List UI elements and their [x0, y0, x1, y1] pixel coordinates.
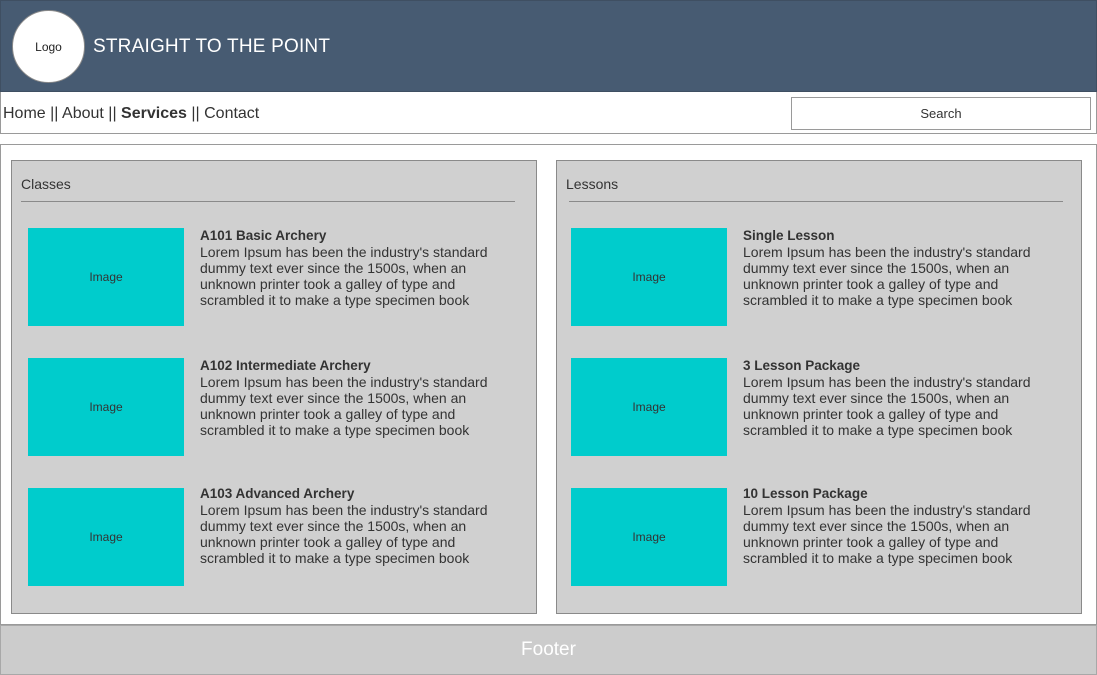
image-placeholder: Image — [28, 228, 184, 326]
lessons-title: Lessons — [566, 176, 619, 192]
nav-separator: || — [191, 105, 200, 122]
image-placeholder: Image — [571, 228, 727, 326]
nav-link-services[interactable]: Services — [121, 105, 187, 122]
item-description: Lorem Ipsum has been the industry's stan… — [743, 244, 1031, 308]
item-name[interactable]: 3 Lesson Package — [743, 358, 1053, 374]
image-placeholder: Image — [28, 358, 184, 456]
nav-separator: || — [108, 105, 117, 122]
main-content: Classes Image A101 Basic Archery Lorem I… — [0, 144, 1097, 625]
image-placeholder: Image — [571, 488, 727, 586]
item-description: Lorem Ipsum has been the industry's stan… — [200, 244, 488, 308]
classes-title: Classes — [21, 176, 71, 192]
item-text: A103 Advanced Archery Lorem Ipsum has be… — [200, 486, 510, 566]
lesson-item[interactable]: Image 3 Lesson Package Lorem Ipsum has b… — [557, 358, 1081, 456]
item-name[interactable]: 10 Lesson Package — [743, 486, 1053, 502]
item-name[interactable]: A101 Basic Archery — [200, 228, 510, 244]
divider — [21, 201, 515, 202]
search-input[interactable]: Search — [791, 97, 1091, 130]
lesson-item[interactable]: Image 10 Lesson Package Lorem Ipsum has … — [557, 486, 1081, 586]
item-description: Lorem Ipsum has been the industry's stan… — [200, 502, 488, 566]
item-text: 3 Lesson Package Lorem Ipsum has been th… — [743, 358, 1053, 438]
class-item[interactable]: Image A103 Advanced Archery Lorem Ipsum … — [12, 486, 536, 586]
item-text: A101 Basic Archery Lorem Ipsum has been … — [200, 228, 510, 308]
class-item[interactable]: Image A102 Intermediate Archery Lorem Ip… — [12, 358, 536, 456]
nav-link-contact[interactable]: Contact — [204, 105, 259, 122]
image-placeholder: Image — [571, 358, 727, 456]
site-header: Logo STRAIGHT TO THE POINT — [0, 0, 1097, 92]
item-text: A102 Intermediate Archery Lorem Ipsum ha… — [200, 358, 510, 438]
nav-separator: || — [50, 105, 59, 122]
item-name[interactable]: A102 Intermediate Archery — [200, 358, 510, 374]
classes-panel: Classes Image A101 Basic Archery Lorem I… — [11, 160, 537, 614]
divider — [569, 201, 1063, 202]
item-name[interactable]: Single Lesson — [743, 228, 1053, 244]
lessons-panel: Lessons Image Single Lesson Lorem Ipsum … — [556, 160, 1082, 614]
item-text: 10 Lesson Package Lorem Ipsum has been t… — [743, 486, 1053, 566]
item-text: Single Lesson Lorem Ipsum has been the i… — [743, 228, 1053, 308]
lesson-item[interactable]: Image Single Lesson Lorem Ipsum has been… — [557, 228, 1081, 326]
site-title: STRAIGHT TO THE POINT — [93, 36, 331, 57]
item-description: Lorem Ipsum has been the industry's stan… — [200, 374, 488, 438]
site-footer: Footer — [0, 625, 1097, 675]
nav-link-about[interactable]: About — [62, 105, 104, 122]
item-description: Lorem Ipsum has been the industry's stan… — [743, 502, 1031, 566]
nav-link-home[interactable]: Home — [3, 105, 46, 122]
nav-bar: Home || About || Services || Contact Sea… — [0, 92, 1097, 134]
image-placeholder: Image — [28, 488, 184, 586]
main-nav: Home || About || Services || Contact — [3, 105, 259, 123]
item-name[interactable]: A103 Advanced Archery — [200, 486, 510, 502]
logo[interactable]: Logo — [12, 10, 85, 83]
item-description: Lorem Ipsum has been the industry's stan… — [743, 374, 1031, 438]
class-item[interactable]: Image A101 Basic Archery Lorem Ipsum has… — [12, 228, 536, 326]
